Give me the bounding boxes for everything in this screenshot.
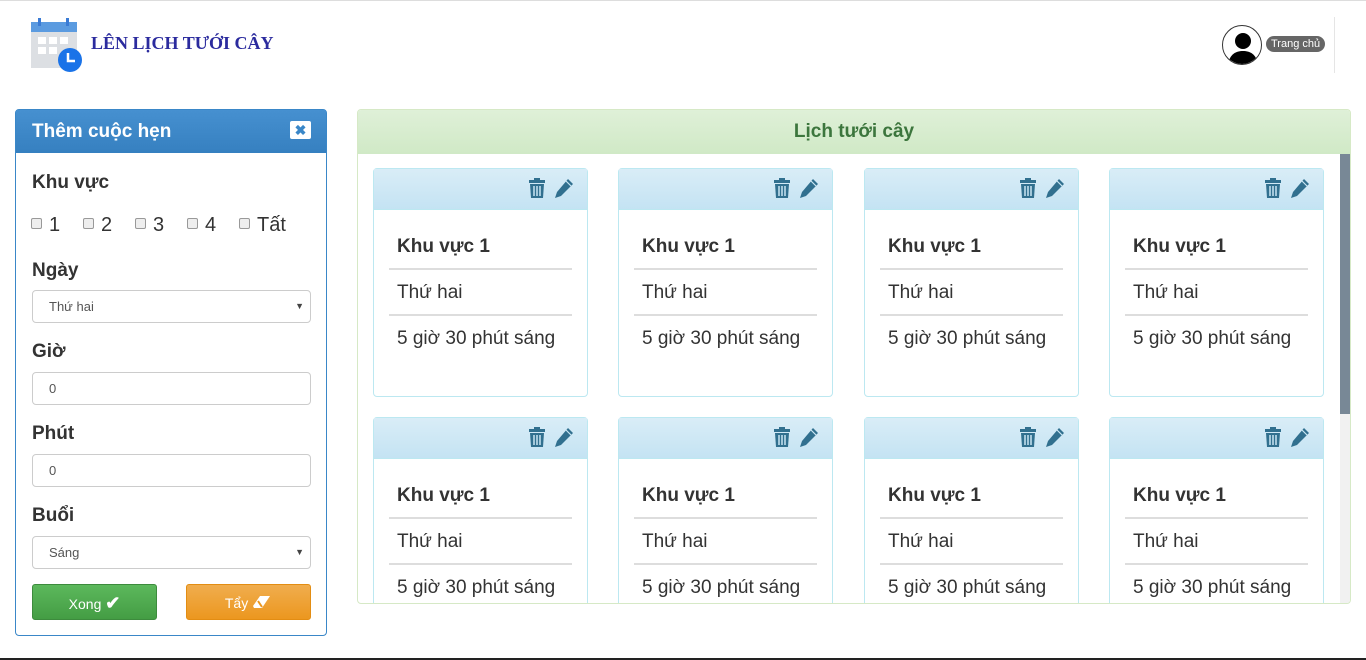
trash-icon[interactable] xyxy=(1019,427,1037,447)
card-time: 5 giờ 30 phút sáng xyxy=(642,577,801,598)
card-time: 5 giờ 30 phút sáng xyxy=(888,328,1047,349)
day-label: Ngày xyxy=(32,260,79,281)
schedule-card: Khu vực 1 Thứ hai 5 giờ 30 phút sáng xyxy=(1109,168,1324,397)
trash-icon[interactable] xyxy=(528,178,546,198)
user-icon xyxy=(1228,33,1258,64)
trash-icon[interactable] xyxy=(1019,178,1037,198)
app-title: LÊN LỊCH TƯỚI CÂY xyxy=(91,33,274,53)
trash-icon[interactable] xyxy=(1264,427,1282,447)
pencil-icon[interactable] xyxy=(799,178,819,198)
card-area: Khu vực 1 xyxy=(389,473,572,519)
close-button[interactable]: ✖ xyxy=(290,121,311,139)
schedule-card: Khu vực 1 Thứ hai 5 giờ 30 phút sáng xyxy=(373,417,588,603)
panel-header: Thêm cuộc hẹn ✖ xyxy=(16,110,326,153)
area-label: Khu vực xyxy=(32,172,110,193)
card-day: Thứ hai xyxy=(634,270,817,316)
schedule-panel: Lịch tưới cây Khu vực 1 Thứ hai 5 giờ 30… xyxy=(357,109,1351,604)
card-area: Khu vực 1 xyxy=(880,473,1063,519)
card-day: Thứ hai xyxy=(880,519,1063,565)
card-header xyxy=(865,169,1078,210)
panel-title: Thêm cuộc hẹn xyxy=(32,121,172,142)
done-button[interactable]: Xong ✔ xyxy=(32,584,157,620)
pencil-icon[interactable] xyxy=(554,427,574,447)
scrollbar[interactable] xyxy=(1340,154,1350,603)
card-time: 5 giờ 30 phút sáng xyxy=(642,328,801,349)
close-icon: ✖ xyxy=(294,122,307,138)
area-checkboxes: 1 2 3 4 Tất xyxy=(31,214,291,237)
card-area: Khu vực 1 xyxy=(634,224,817,270)
trash-icon[interactable] xyxy=(773,178,791,198)
schedule-card: Khu vực 1 Thứ hai 5 giờ 30 phút sáng xyxy=(373,168,588,397)
user-avatar[interactable] xyxy=(1222,25,1262,65)
card-area: Khu vực 1 xyxy=(634,473,817,519)
check-icon: ✔ xyxy=(105,593,121,613)
card-header xyxy=(619,169,832,210)
pencil-icon[interactable] xyxy=(799,427,819,447)
card-day: Thứ hai xyxy=(634,519,817,565)
card-time: 5 giờ 30 phút sáng xyxy=(1133,577,1292,598)
area-checkbox-all[interactable]: Tất xyxy=(239,214,291,237)
card-time: 5 giờ 30 phút sáng xyxy=(1133,328,1292,349)
trash-icon[interactable] xyxy=(773,427,791,447)
home-button[interactable]: Trang chủ xyxy=(1266,36,1326,52)
schedule-card: Khu vực 1 Thứ hai 5 giờ 30 phút sáng xyxy=(618,168,833,397)
add-appointment-panel: Thêm cuộc hẹn ✖ Khu vực 1 2 3 4 Tất Ngày… xyxy=(15,109,327,636)
card-header xyxy=(374,169,587,210)
calendar-clock-logo xyxy=(31,18,82,72)
session-select[interactable]: Sáng ▼ xyxy=(32,536,311,569)
eraser-icon xyxy=(253,596,271,608)
schedule-card: Khu vực 1 Thứ hai 5 giờ 30 phút sáng xyxy=(864,168,1079,397)
card-header xyxy=(865,418,1078,459)
card-area: Khu vực 1 xyxy=(389,224,572,270)
area-checkbox-3[interactable]: 3 xyxy=(135,214,187,237)
minute-label: Phút xyxy=(32,423,75,444)
card-area: Khu vực 1 xyxy=(1125,473,1308,519)
hour-input[interactable]: 0 xyxy=(32,372,311,405)
card-header xyxy=(619,418,832,459)
pencil-icon[interactable] xyxy=(1290,427,1310,447)
scrollbar-thumb[interactable] xyxy=(1340,154,1350,414)
caret-down-icon: ▼ xyxy=(295,301,304,311)
card-header xyxy=(1110,169,1323,210)
trash-icon[interactable] xyxy=(528,427,546,447)
trash-icon[interactable] xyxy=(1264,178,1282,198)
pencil-icon[interactable] xyxy=(1290,178,1310,198)
card-area: Khu vực 1 xyxy=(880,224,1063,270)
schedule-card: Khu vực 1 Thứ hai 5 giờ 30 phút sáng xyxy=(618,417,833,603)
area-checkbox-1[interactable]: 1 xyxy=(31,214,83,237)
card-time: 5 giờ 30 phút sáng xyxy=(397,577,556,598)
schedule-card: Khu vực 1 Thứ hai 5 giờ 30 phút sáng xyxy=(864,417,1079,603)
area-checkbox-2[interactable]: 2 xyxy=(83,214,135,237)
pencil-icon[interactable] xyxy=(1045,427,1065,447)
card-day: Thứ hai xyxy=(1125,270,1308,316)
divider xyxy=(1334,17,1335,73)
card-time: 5 giờ 30 phút sáng xyxy=(888,577,1047,598)
card-day: Thứ hai xyxy=(1125,519,1308,565)
clear-button[interactable]: Tẩy xyxy=(186,584,311,620)
area-checkbox-4[interactable]: 4 xyxy=(187,214,239,237)
caret-down-icon: ▼ xyxy=(295,547,304,557)
card-header xyxy=(1110,418,1323,459)
session-label: Buổi xyxy=(32,505,75,526)
card-time: 5 giờ 30 phút sáng xyxy=(397,328,556,349)
hour-label: Giờ xyxy=(32,341,66,362)
card-day: Thứ hai xyxy=(389,519,572,565)
schedule-title: Lịch tưới cây xyxy=(358,110,1350,154)
card-area: Khu vực 1 xyxy=(1125,224,1308,270)
schedule-card: Khu vực 1 Thứ hai 5 giờ 30 phút sáng xyxy=(1109,417,1324,603)
pencil-icon[interactable] xyxy=(554,178,574,198)
card-day: Thứ hai xyxy=(880,270,1063,316)
minute-input[interactable]: 0 xyxy=(32,454,311,487)
card-day: Thứ hai xyxy=(389,270,572,316)
card-header xyxy=(374,418,587,459)
pencil-icon[interactable] xyxy=(1045,178,1065,198)
day-select[interactable]: Thứ hai ▼ xyxy=(32,290,311,323)
